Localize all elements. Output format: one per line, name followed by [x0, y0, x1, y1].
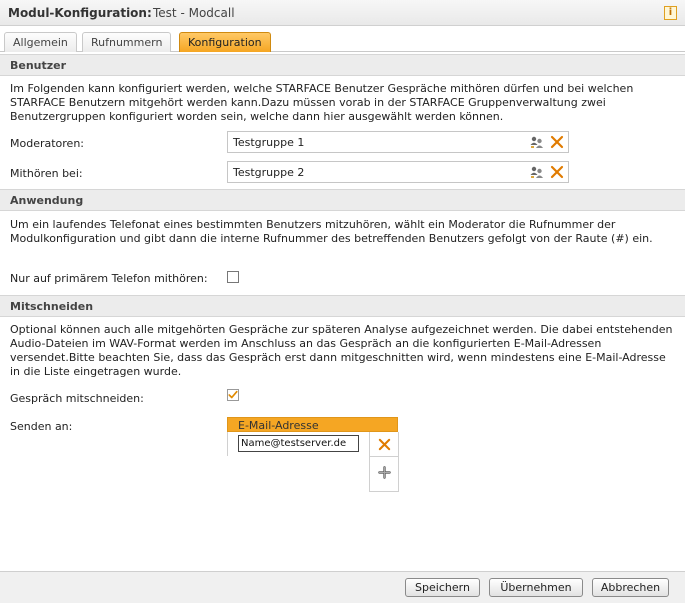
record-label: Gespräch mitschneiden: [10, 392, 144, 405]
tab-bar: Allgemein Rufnummern Konfiguration [0, 26, 685, 52]
apply-button[interactable]: Übernehmen [489, 578, 583, 597]
mitschneiden-description: Optional können auch alle mitgehörten Ge… [10, 323, 673, 378]
remove-icon[interactable] [550, 135, 564, 149]
tab-konfiguration[interactable]: Konfiguration [179, 32, 271, 52]
tab-allgemein[interactable]: Allgemein [4, 32, 77, 52]
moderatoren-value: Testgruppe 1 [233, 136, 305, 149]
add-icon[interactable] [378, 466, 391, 479]
mithoeren-value: Testgruppe 2 [233, 166, 305, 179]
mithoeren-field[interactable]: Testgruppe 2 [227, 161, 569, 183]
remove-icon[interactable] [550, 165, 564, 179]
benutzer-description: Im Folgenden kann konfiguriert werden, w… [10, 82, 634, 123]
record-checkbox[interactable] [227, 389, 239, 401]
email-column-header: E-Mail-Adresse [227, 417, 398, 432]
window-title: Modul-Konfiguration: [8, 6, 152, 20]
tab-rufnummern[interactable]: Rufnummern [82, 32, 172, 52]
email-actions [369, 432, 399, 492]
email-table: E-Mail-Adresse [227, 417, 399, 492]
email-input[interactable] [238, 435, 359, 452]
table-row [227, 432, 399, 492]
moderatoren-label: Moderatoren: [10, 137, 85, 150]
window-subtitle: Test - Modcall [153, 6, 235, 20]
group-select-icon[interactable] [530, 136, 544, 149]
section-header-mitschneiden: Mitschneiden [0, 295, 685, 317]
cancel-button[interactable]: Abbrechen [592, 578, 669, 597]
moderatoren-field[interactable]: Testgruppe 1 [227, 131, 569, 153]
primary-phone-checkbox[interactable] [227, 271, 239, 283]
actions-divider [370, 456, 399, 457]
section-header-anwendung: Anwendung [0, 189, 685, 211]
primary-phone-label: Nur auf primärem Telefon mithören: [10, 272, 208, 285]
send-to-label: Senden an: [10, 420, 73, 433]
save-button[interactable]: Speichern [405, 578, 480, 597]
info-icon[interactable]: i [664, 6, 677, 20]
checkmark-icon [228, 390, 238, 399]
group-select-icon[interactable] [530, 166, 544, 179]
mithoeren-label: Mithören bei: [10, 167, 83, 180]
button-bar: Speichern Übernehmen Abbrechen [0, 571, 685, 603]
section-header-benutzer: Benutzer [0, 54, 685, 76]
window-titlebar: Modul-Konfiguration: Test - Modcall i [0, 0, 685, 26]
remove-icon[interactable] [378, 438, 391, 451]
anwendung-description: Um ein laufendes Telefonat eines bestimm… [10, 218, 653, 245]
